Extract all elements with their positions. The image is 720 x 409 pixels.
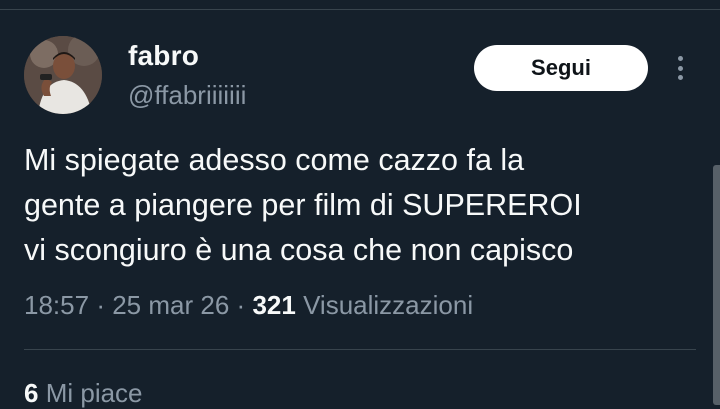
views-label: Visualizzazioni xyxy=(303,290,474,320)
tweet-meta: 18:57 · 25 mar 26 · 321 Visualizzazioni xyxy=(24,290,473,321)
likes-label: Mi piace xyxy=(45,378,143,408)
avatar[interactable] xyxy=(24,36,102,114)
author-handle[interactable]: @ffabriiiiiii xyxy=(128,80,246,111)
meta-separator: · xyxy=(236,290,246,320)
author-display-name[interactable]: fabro xyxy=(128,40,199,72)
top-divider xyxy=(0,9,720,10)
views-count: 321 xyxy=(252,290,296,320)
more-vertical-icon[interactable] xyxy=(668,52,692,84)
follow-button[interactable]: Segui xyxy=(474,45,648,91)
more-dot xyxy=(677,75,683,80)
meta-separator: · xyxy=(96,290,105,320)
scrollbar[interactable] xyxy=(713,165,720,405)
likes-stat[interactable]: 6 Mi piace xyxy=(24,378,143,409)
avatar-image xyxy=(24,36,102,114)
more-dot xyxy=(677,65,683,71)
tweet-text: Mi spiegate adesso come cazzo fa la gent… xyxy=(24,143,582,267)
more-dot xyxy=(677,56,683,61)
tweet-time[interactable]: 18:57 xyxy=(24,290,89,320)
likes-count: 6 xyxy=(24,378,39,408)
stats-divider xyxy=(24,349,696,350)
tweet-date[interactable]: 25 mar 26 xyxy=(112,290,229,320)
